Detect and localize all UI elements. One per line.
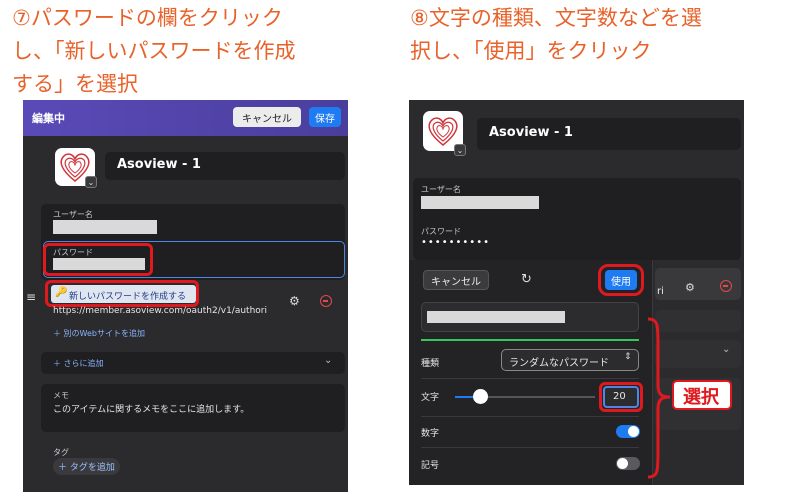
updown-chevron-icon: ⇕ [624,352,632,362]
add-tag-button[interactable]: ＋ タグを追加 [53,458,120,475]
chars-label: 文字 [421,393,440,403]
generator-cancel-button[interactable]: キャンセル [423,270,489,290]
symbols-toggle[interactable] [616,457,640,470]
background-remove-icon [720,280,732,292]
username-value-redacted[interactable] [53,220,157,234]
item-title-right: Asoview - 1 [489,125,573,140]
username-label-right: ユーザー名 [421,185,461,194]
caption-left-line3: する」を選択 [12,72,138,96]
refresh-icon[interactable]: ↻ [521,272,532,287]
username-value-redacted-right[interactable] [421,196,539,209]
save-button[interactable]: 保存 [309,107,341,127]
password-masked-right[interactable]: •••••••••• [421,237,490,248]
icon-chevron-down-icon-right[interactable]: ⌄ [454,144,466,156]
left-screenshot: 編集中 キャンセル 保存 ⌄ Asoview - 1 ユーザー名 パスワード ≡… [23,100,348,492]
generated-password-redacted [427,311,565,323]
memo-label: メモ [53,391,69,400]
username-label: ユーザー名 [53,210,93,219]
type-select-value: ランダムなパスワード [509,358,609,369]
caption-right-line1: ⑧文字の種類、文字数などを選 [410,6,702,30]
tags-label: タグ [53,448,69,457]
chars-input-highlight [599,382,643,412]
editing-title: 編集中 [32,112,65,125]
symbols-toggle-knob [617,458,628,469]
add-more-chevron-icon[interactable]: ⌄ [324,355,332,366]
add-website-link[interactable]: ＋ 別のWebサイトを追加 [53,328,145,339]
chars-slider-thumb[interactable] [472,389,488,404]
background-chevron-icon: ⌄ [722,344,731,355]
digits-toggle-knob [628,426,639,437]
new-password-highlight [45,280,199,307]
memo-placeholder[interactable]: このアイテムに関するメモをここに追加します。 [53,402,249,415]
drag-handle-icon[interactable]: ≡ [26,290,36,304]
remove-icon[interactable] [320,295,332,307]
caption-left-line1: ⑦パスワードの欄をクリック [12,6,283,30]
caption-right-line2: 択し、「使用」をクリック [410,39,652,63]
symbols-label: 記号 [421,461,440,471]
add-more-link[interactable]: ＋ さらに追加 [53,358,104,369]
chars-divider [421,416,639,417]
type-divider [421,378,639,379]
password-label-right: パスワード [421,227,461,236]
right-screenshot: ⌄ Asoview - 1 ユーザー名 パスワード •••••••••• ri … [409,100,744,485]
background-url-fragment: ri [657,286,664,297]
caption-left-line2: し、「新しいパスワードを作成 [12,39,296,63]
url-text[interactable]: https://member.asoview.com/oauth2/v1/aut… [53,306,288,316]
digits-toggle[interactable] [616,425,640,438]
selection-annotation-text: 選択 [683,387,719,408]
icon-chevron-down-icon[interactable]: ⌄ [85,176,97,188]
strength-meter [421,339,639,341]
item-title: Asoview - 1 [117,157,201,172]
password-highlight [43,243,153,276]
digits-label: 数字 [421,429,440,439]
use-button-highlight [598,264,644,296]
selection-bracket [647,317,671,479]
settings-sliders-icon[interactable]: ⚙ [289,294,300,308]
type-label: 種類 [421,359,440,369]
digits-divider [421,447,639,448]
background-sliders-icon: ⚙ [685,281,695,294]
cancel-button[interactable]: キャンセル [233,107,301,127]
